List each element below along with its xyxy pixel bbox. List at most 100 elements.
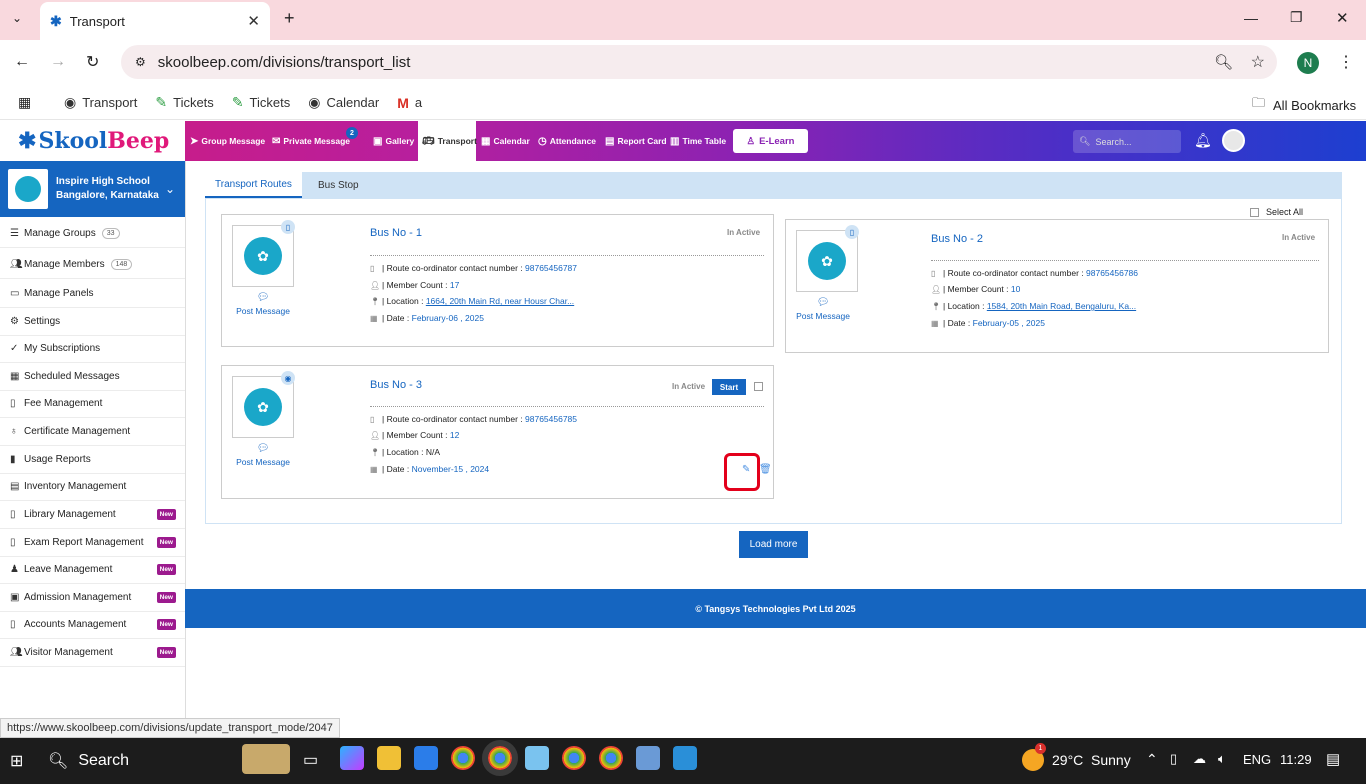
- elearn-button[interactable]: ♙ E-Learn: [733, 129, 808, 153]
- nav-gallery[interactable]: ▣ Gallery: [373, 121, 414, 161]
- task-view-icon[interactable]: ▭: [303, 750, 318, 770]
- zoom-icon[interactable]: 🔍︎: [1214, 53, 1233, 71]
- forward-icon[interactable]: →: [50, 53, 66, 71]
- bus-select-checkbox[interactable]: [754, 382, 763, 391]
- sidebar-item-settings[interactable]: ⚙ Settings: [0, 308, 185, 336]
- post-message-button[interactable]: 💬︎ Post Message: [788, 297, 858, 321]
- sidebar-item-scheduled-messages[interactable]: ▦ Scheduled Messages: [0, 363, 185, 391]
- sidebar-item-exam-report-management[interactable]: ▯ Exam Report Management New: [0, 529, 185, 557]
- select-all-checkbox[interactable]: [1250, 207, 1259, 217]
- file-explorer-icon[interactable]: [377, 746, 401, 770]
- restore-icon[interactable]: ❐: [1290, 9, 1303, 26]
- nav-attendance[interactable]: ◷ Attendance: [538, 121, 596, 161]
- tab-search-icon[interactable]: ⌄: [12, 11, 22, 25]
- news-widget-icon[interactable]: [242, 744, 290, 774]
- nav-calendar[interactable]: ▦ Calendar: [481, 121, 530, 161]
- sidebar-item-admission-management[interactable]: ▣ Admission Management New: [0, 584, 185, 612]
- certificate-icon: ♁: [10, 425, 18, 437]
- clock[interactable]: 11:29: [1280, 752, 1312, 767]
- tray-speaker-icon[interactable]: 🔈︎: [1218, 751, 1226, 767]
- coordinator-phone[interactable]: 98765456787: [525, 263, 577, 273]
- school-selector[interactable]: Inspire High School Bangalore, Karnataka …: [0, 161, 185, 217]
- coordinator-phone[interactable]: 98765456785: [525, 414, 577, 424]
- sidebar-item-visitor-management[interactable]: 👥︎ Visitor Management New: [0, 639, 185, 667]
- windows-start-icon[interactable]: ⊞: [10, 751, 23, 771]
- sidebar-item-manage-groups[interactable]: ☰ Manage Groups 33: [0, 220, 185, 248]
- language-indicator[interactable]: ENG: [1243, 752, 1271, 767]
- url-text[interactable]: skoolbeep.com/divisions/transport_list: [158, 54, 411, 71]
- sidebar-item-library-management[interactable]: ▯ Library Management New: [0, 501, 185, 529]
- minimize-icon[interactable]: —: [1244, 10, 1258, 26]
- copilot-icon[interactable]: [340, 746, 364, 770]
- post-message-button[interactable]: 💬︎ Post Message: [228, 443, 298, 467]
- phone-icon: ▯: [931, 268, 936, 278]
- weather-temp[interactable]: 29°C: [1052, 752, 1083, 768]
- sidebar-item-manage-members[interactable]: 👥︎ Manage Members 148: [0, 251, 185, 279]
- bookmark-item[interactable]: Ma: [397, 94, 422, 111]
- delete-trash-icon[interactable]: 🗑︎: [759, 464, 772, 475]
- close-tab-icon[interactable]: ✕: [247, 12, 260, 30]
- tray-device-icon[interactable]: ▯: [1170, 751, 1177, 767]
- sidebar-item-my-subscriptions[interactable]: ✓ My Subscriptions: [0, 335, 185, 363]
- tray-chevron-up-icon[interactable]: ⌃: [1146, 751, 1158, 768]
- paint-icon[interactable]: [636, 746, 660, 770]
- search-input[interactable]: 🔍︎ Search...: [1073, 130, 1181, 153]
- location-link[interactable]: 1664, 20th Main Rd, near Housr Char...: [426, 296, 574, 306]
- tab-title: Transport: [69, 13, 125, 29]
- nav-time-table[interactable]: ▥ Time Table: [670, 121, 726, 161]
- sidebar-item-fee-management[interactable]: ▯ Fee Management: [0, 390, 185, 418]
- notepad-icon[interactable]: [525, 746, 549, 770]
- back-icon[interactable]: ←: [14, 53, 30, 71]
- all-bookmarks[interactable]: 🗀 All Bookmarks: [1252, 94, 1356, 116]
- nav-transport[interactable]: 🚌︎ Transport: [418, 121, 477, 161]
- notification-bell-icon[interactable]: 🔔︎: [1194, 132, 1212, 149]
- windows-taskbar: ⊞ 🔍︎ Search ▭ 1 29°C Sunny ⌃ ▯ ☁ 🔈︎ ENG 1…: [0, 738, 1366, 784]
- start-button[interactable]: Start: [712, 379, 746, 395]
- bookmark-item[interactable]: ✎ Tickets: [155, 94, 213, 111]
- edit-pencil-icon[interactable]: ✎: [742, 464, 750, 475]
- user-avatar[interactable]: [1222, 129, 1245, 152]
- sidebar-item-inventory-management[interactable]: ▤ Inventory Management: [0, 473, 185, 501]
- bookmark-item[interactable]: ✎ Tickets: [232, 94, 290, 111]
- bookmark-star-icon[interactable]: ☆: [1251, 52, 1265, 72]
- clock-icon: ◷: [538, 135, 547, 147]
- site-info-icon[interactable]: ⚙: [135, 55, 146, 69]
- notifications-icon[interactable]: ▤: [1326, 750, 1340, 768]
- location-link[interactable]: 1584, 20th Main Road, Bengaluru, Ka...: [987, 301, 1136, 311]
- chrome-icon[interactable]: [599, 746, 623, 770]
- sidebar-item-manage-panels[interactable]: ▭ Manage Panels: [0, 280, 185, 308]
- new-tab-icon[interactable]: +: [284, 8, 295, 29]
- coordinator-phone[interactable]: 98765456786: [1086, 268, 1138, 278]
- sidebar-item-accounts-management[interactable]: ▯ Accounts Management New: [0, 611, 185, 639]
- close-window-icon[interactable]: ✕: [1336, 9, 1349, 27]
- tab-transport-routes[interactable]: Transport Routes: [205, 172, 302, 198]
- chrome-active-icon[interactable]: [482, 740, 518, 776]
- apps-grid-icon[interactable]: ▦: [18, 94, 31, 111]
- photos-icon[interactable]: [673, 746, 697, 770]
- tab-bus-stop[interactable]: Bus Stop: [308, 172, 369, 198]
- reload-icon[interactable]: ↻: [86, 52, 99, 72]
- store-icon[interactable]: [414, 746, 438, 770]
- sidebar-item-certificate-management[interactable]: ♁ Certificate Management: [0, 418, 185, 446]
- nav-report-card[interactable]: ▤ Report Card: [605, 121, 667, 161]
- profile-avatar[interactable]: N: [1297, 52, 1319, 74]
- sidebar-item-usage-reports[interactable]: ▮ Usage Reports: [0, 446, 185, 474]
- chrome-icon[interactable]: [562, 746, 586, 770]
- weather-desc[interactable]: Sunny: [1091, 752, 1131, 768]
- bookmark-item[interactable]: ◉ Calendar: [308, 94, 379, 111]
- select-all[interactable]: Select All: [1250, 207, 1303, 217]
- chrome-icon[interactable]: [451, 746, 475, 770]
- taskbar-search[interactable]: 🔍︎ Search: [48, 751, 129, 771]
- school-logo-icon: ✿: [244, 388, 282, 426]
- nav-private-message[interactable]: ✉ Private Message 2: [272, 121, 358, 161]
- skoolbeep-logo[interactable]: ✱ Skool Beep: [0, 121, 185, 161]
- post-message-button[interactable]: 💬︎ Post Message: [228, 292, 298, 316]
- tray-network-icon[interactable]: ☁: [1193, 751, 1206, 767]
- nav-group-message[interactable]: ➤ Group Message: [190, 121, 265, 161]
- address-bar[interactable]: ⚙ skoolbeep.com/divisions/transport_list…: [121, 45, 1277, 79]
- browser-tab[interactable]: ✱ Transport ✕: [40, 2, 270, 40]
- sidebar-item-leave-management[interactable]: ♟ Leave Management New: [0, 556, 185, 584]
- load-more-button[interactable]: Load more: [739, 531, 808, 558]
- bookmark-item[interactable]: ◉ Transport: [64, 94, 137, 111]
- menu-kebab-icon[interactable]: ⋮: [1338, 52, 1354, 72]
